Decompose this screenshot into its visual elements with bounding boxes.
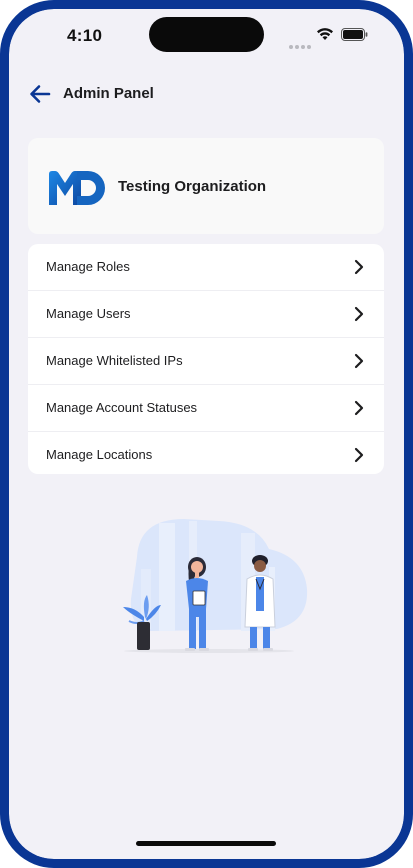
page-title: Admin Panel (63, 85, 154, 102)
status-time: 4:10 (67, 26, 103, 45)
menu-item-manage-roles[interactable]: Manage Roles (28, 244, 384, 291)
organization-name: Testing Organization (118, 178, 267, 195)
organization-card: Testing Organization (28, 138, 384, 234)
menu-item-label: Manage Whitelisted IPs (46, 353, 183, 368)
chevron-right-icon (354, 259, 364, 280)
menu-item-manage-whitelisted-ips[interactable]: Manage Whitelisted IPs (28, 338, 384, 385)
menu-item-label: Manage Roles (46, 259, 130, 274)
signal-icon (289, 36, 313, 54)
menu-item-manage-locations[interactable]: Manage Locations (28, 432, 384, 474)
organization-logo (48, 170, 106, 211)
menu-item-manage-users[interactable]: Manage Users (28, 291, 384, 338)
doctors-illustration (109, 509, 309, 664)
chevron-right-icon (354, 353, 364, 374)
menu-item-manage-account-statuses[interactable]: Manage Account Statuses (28, 385, 384, 432)
chevron-right-icon (354, 306, 364, 327)
device-frame: 4:10 Admin Panel Testing Organization Ma… (0, 0, 413, 868)
admin-menu: Manage Roles Manage Users Manage Whiteli… (28, 244, 384, 474)
menu-item-label: Manage Users (46, 306, 131, 321)
chevron-right-icon (354, 400, 364, 421)
menu-item-label: Manage Locations (46, 447, 153, 462)
battery-icon (341, 28, 368, 46)
home-indicator[interactable] (136, 841, 276, 846)
chevron-right-icon (354, 447, 364, 468)
wifi-icon (316, 27, 334, 46)
screen: 4:10 Admin Panel Testing Organization Ma… (9, 9, 404, 859)
dynamic-island (149, 17, 264, 52)
back-arrow-icon[interactable] (29, 83, 51, 110)
menu-item-label: Manage Account Statuses (46, 400, 198, 415)
